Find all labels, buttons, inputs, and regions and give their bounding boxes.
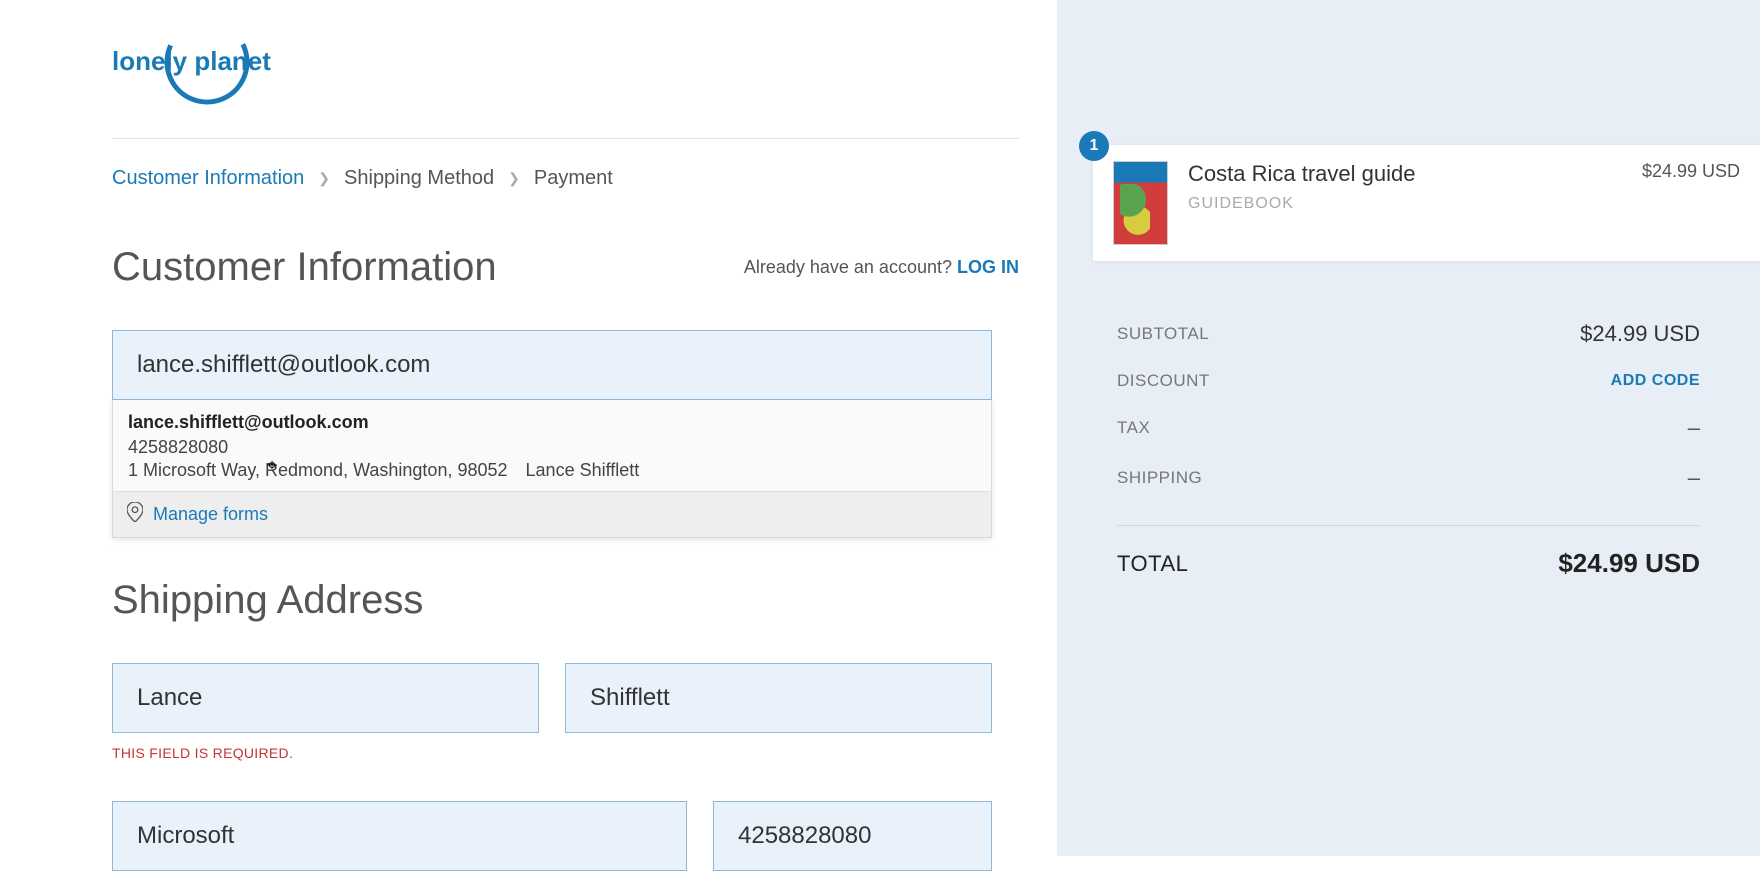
discount-label: DISCOUNT: [1117, 371, 1210, 391]
email-input[interactable]: [112, 330, 992, 400]
manage-forms-label: Manage forms: [153, 504, 268, 525]
breadcrumb: Customer Information ❯ Shipping Method ❯…: [112, 167, 1019, 190]
cart-item-card: 1 Costa Rica travel guide GUIDEBOOK $24.…: [1093, 145, 1760, 261]
chevron-right-icon: ❯: [508, 170, 520, 187]
subtotal-label: SUBTOTAL: [1117, 324, 1209, 344]
login-prompt: Already have an account? LOG IN: [744, 257, 1019, 278]
autofill-phone: 4258828080: [128, 437, 976, 458]
first-name-error: THIS FIELD IS REQUIRED.: [112, 745, 539, 761]
company-input[interactable]: [112, 801, 687, 871]
phone-input[interactable]: [713, 801, 992, 871]
breadcrumb-step-customer[interactable]: Customer Information: [112, 167, 304, 190]
subtotal-value: $24.99 USD: [1580, 321, 1700, 347]
product-thumbnail: [1113, 161, 1168, 245]
autofill-suggestion[interactable]: lance.shifflett@outlook.com 4258828080 1…: [113, 400, 991, 491]
autofill-address: 1 Microsoft Way, Redmond, Washington, 98…: [128, 460, 976, 481]
cart-quantity-badge: 1: [1079, 131, 1109, 161]
order-summary-sidebar: 1 Costa Rica travel guide GUIDEBOOK $24.…: [1057, 0, 1760, 856]
cart-item-subtitle: GUIDEBOOK: [1188, 195, 1642, 213]
map-pin-icon: [127, 502, 143, 527]
total-value: $24.99 USD: [1558, 548, 1700, 579]
chevron-right-icon: ❯: [318, 170, 330, 187]
cart-item-price: $24.99 USD: [1642, 161, 1740, 182]
brand-logo[interactable]: lonely planet: [112, 20, 1019, 138]
tax-value: –: [1688, 415, 1700, 441]
customer-info-heading: Customer Information: [112, 245, 497, 290]
shipping-value: –: [1688, 465, 1700, 491]
svg-text:lonely planet: lonely planet: [112, 46, 271, 76]
autofill-email: lance.shifflett@outlook.com: [128, 412, 976, 433]
breadcrumb-step-shipping[interactable]: Shipping Method: [344, 167, 494, 190]
shipping-address-heading: Shipping Address: [112, 578, 1019, 623]
total-label: TOTAL: [1117, 551, 1188, 577]
login-prompt-text: Already have an account?: [744, 257, 957, 277]
breadcrumb-step-payment[interactable]: Payment: [534, 167, 613, 190]
login-link[interactable]: LOG IN: [957, 257, 1019, 277]
cart-item-title: Costa Rica travel guide: [1188, 161, 1642, 187]
shipping-label: SHIPPING: [1117, 468, 1202, 488]
manage-forms-button[interactable]: Manage forms: [113, 491, 991, 537]
last-name-input[interactable]: [565, 663, 992, 733]
first-name-input[interactable]: [112, 663, 539, 733]
add-code-button[interactable]: ADD CODE: [1611, 372, 1700, 390]
tax-label: TAX: [1117, 418, 1150, 438]
autofill-dropdown: lance.shifflett@outlook.com 4258828080 1…: [112, 399, 992, 538]
